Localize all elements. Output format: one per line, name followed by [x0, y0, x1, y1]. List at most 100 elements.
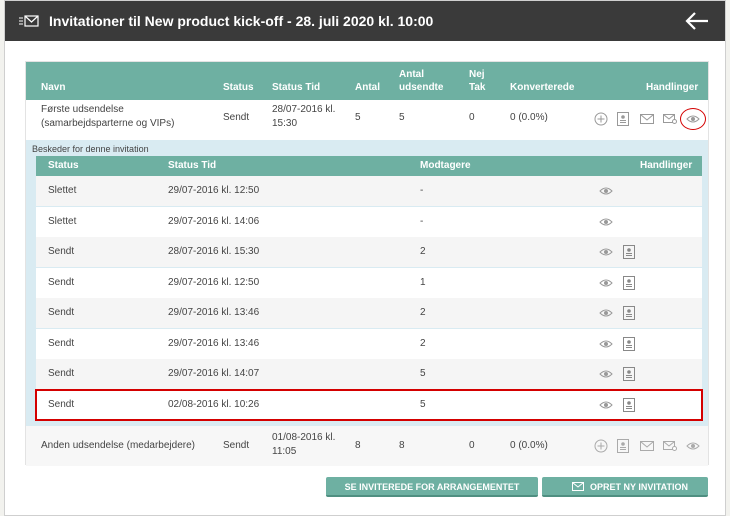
col-nej-tak-2: Tak — [469, 82, 486, 93]
contact-card-icon[interactable] — [623, 275, 635, 290]
sub-col-handlinger: Handlinger — [640, 160, 693, 171]
message-time: 28/07-2016 kl. 15:30 — [168, 246, 260, 257]
sub-col-status-tid: Status Tid — [168, 160, 217, 171]
contact-card-icon[interactable] — [623, 245, 635, 259]
create-invitation-button[interactable]: OPRET NY INVITATION — [542, 477, 708, 497]
messages-panel: Beskeder for denne invitation Status Sta… — [26, 140, 708, 426]
view-eye-icon[interactable] — [599, 278, 613, 288]
message-time: 29/07-2016 kl. 12:50 — [168, 185, 260, 196]
invitations-table: Navn Status Status Tid Antal Antal udsen… — [25, 61, 709, 466]
view-eye-icon[interactable] — [599, 247, 613, 257]
row-navn: Første udsendelse — [41, 104, 124, 115]
col-handlinger: Handlinger — [646, 82, 699, 93]
message-status: Slettet — [48, 185, 77, 196]
add-circle-icon[interactable] — [594, 439, 608, 453]
message-recipients: 2 — [420, 337, 426, 349]
view-eye-icon[interactable] — [599, 308, 613, 318]
page-title: Invitationer til New product kick-off - … — [49, 13, 434, 29]
mail-settings-icon[interactable] — [663, 114, 677, 124]
message-recipients: 2 — [420, 246, 426, 257]
row-antal: 5 — [355, 112, 361, 123]
col-status-tid: Status Tid — [272, 82, 321, 93]
sub-col-status: Status — [48, 160, 79, 171]
contact-card-icon[interactable] — [623, 367, 635, 381]
row-udsendte: 8 — [399, 440, 405, 451]
messages-caption: Beskeder for denne invitation — [32, 144, 149, 154]
message-recipients: 2 — [420, 307, 426, 318]
contact-card-icon[interactable] — [623, 336, 635, 351]
row-tid-sub: 11:05 — [272, 446, 297, 457]
message-time: 02/08-2016 kl. 10:26 — [168, 398, 260, 410]
col-konverterede: Konverterede — [510, 82, 575, 93]
message-time: 29/07-2016 kl. 14:07 — [168, 368, 260, 379]
arrow-left-icon[interactable] — [685, 11, 709, 31]
col-antal-udsendte-2: udsendte — [399, 82, 444, 93]
message-recipients: 1 — [420, 276, 426, 288]
message-status: Sendt — [48, 337, 75, 349]
message-status: Sendt — [48, 368, 75, 379]
row-status: Sendt — [223, 112, 250, 123]
message-status: Sendt — [48, 398, 75, 410]
mail-icon[interactable] — [640, 114, 654, 124]
message-status: Sendt — [48, 276, 75, 288]
message-time: 29/07-2016 kl. 12:50 — [168, 276, 260, 288]
message-status: Sendt — [48, 246, 75, 257]
messages-header: Status Status Tid Modtagere Handlinger — [36, 156, 702, 176]
create-invitation-label: OPRET NY INVITATION — [590, 482, 689, 492]
invitation-dialog: Invitationer til New product kick-off - … — [4, 0, 726, 516]
message-row[interactable]: Sendt 29/07-2016 kl. 14:07 5 — [36, 359, 702, 389]
row-konverterede: 0 (0.0%) — [510, 440, 548, 451]
sub-col-modtagere: Modtagere — [420, 160, 471, 171]
message-recipients: - — [420, 215, 424, 227]
row-tid: 28/07-2016 kl. — [272, 104, 336, 115]
message-row[interactable]: Sendt 29/07-2016 kl. 12:50 1 — [36, 267, 702, 298]
message-time: 29/07-2016 kl. 13:46 — [168, 337, 260, 349]
add-circle-icon[interactable] — [594, 112, 608, 126]
row-navn-sub: (samarbejdsparterne og VIPs) — [41, 118, 175, 129]
table-header: Navn Status Status Tid Antal Antal udsen… — [26, 62, 708, 100]
contact-card-icon[interactable] — [623, 397, 635, 412]
contact-card-icon[interactable] — [617, 112, 629, 126]
envelope-icon — [19, 15, 39, 27]
table-row[interactable]: Første udsendelse (samarbejdsparterne og… — [26, 100, 708, 140]
view-eye-icon[interactable] — [599, 400, 613, 410]
message-row[interactable]: Sendt 29/07-2016 kl. 13:46 2 — [36, 328, 702, 359]
row-nej-tak: 0 — [469, 440, 475, 451]
contact-card-icon[interactable] — [623, 306, 635, 320]
message-status: Slettet — [48, 215, 77, 227]
view-eye-icon[interactable] — [599, 186, 613, 196]
message-recipients: 5 — [420, 368, 426, 379]
row-status: Sendt — [223, 440, 250, 451]
message-row[interactable]: Sendt 02/08-2016 kl. 10:26 5 — [35, 388, 703, 421]
col-antal: Antal — [355, 82, 380, 93]
col-status: Status — [223, 82, 254, 93]
message-row[interactable]: Slettet 29/07-2016 kl. 14:06 - — [36, 206, 702, 237]
table-row[interactable]: Anden udsendelse (medarbejdere) Sendt 01… — [26, 426, 708, 466]
row-tid: 01/08-2016 kl. — [272, 432, 336, 443]
col-navn: Navn — [41, 82, 66, 93]
mail-settings-icon[interactable] — [663, 441, 677, 451]
view-eye-icon[interactable] — [599, 339, 613, 349]
message-recipients: - — [420, 185, 424, 196]
view-eye-icon[interactable] — [599, 369, 613, 379]
row-antal: 8 — [355, 440, 361, 451]
envelope-icon — [572, 482, 584, 491]
row-nej-tak: 0 — [469, 112, 475, 123]
row-konverterede: 0 (0.0%) — [510, 112, 548, 123]
row-tid-sub: 15:30 — [272, 118, 298, 129]
row-navn: Anden udsendelse (medarbejdere) — [41, 440, 195, 451]
message-row[interactable]: Sendt 29/07-2016 kl. 13:46 2 — [36, 298, 702, 328]
see-invited-button[interactable]: SE INVITEREDE FOR ARRANGEMENTET — [326, 477, 538, 497]
message-time: 29/07-2016 kl. 13:46 — [168, 307, 260, 318]
col-antal-udsendte-1: Antal — [399, 69, 424, 80]
col-nej-tak-1: Nej — [469, 69, 485, 80]
mail-icon[interactable] — [640, 441, 654, 451]
message-time: 29/07-2016 kl. 14:06 — [168, 215, 260, 227]
row-udsendte: 5 — [399, 112, 405, 123]
contact-card-icon[interactable] — [617, 439, 629, 453]
message-row[interactable]: Slettet 29/07-2016 kl. 12:50 - — [36, 176, 702, 206]
view-eye-icon[interactable] — [686, 441, 700, 451]
highlight-ring — [680, 108, 706, 130]
view-eye-icon[interactable] — [599, 217, 613, 227]
message-row[interactable]: Sendt 28/07-2016 kl. 15:30 2 — [36, 237, 702, 267]
